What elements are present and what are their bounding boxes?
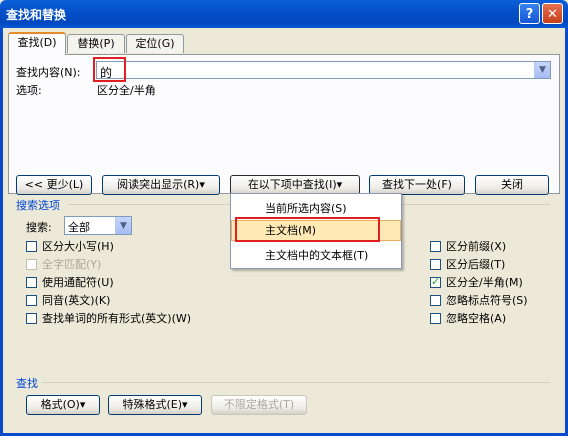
close-button[interactable]: 关闭 <box>475 175 549 195</box>
match-width-label: 区分全/半角(M) <box>446 276 523 289</box>
sounds-like-checkbox[interactable] <box>26 295 37 306</box>
tab-find[interactable]: 查找(D) <box>8 32 66 55</box>
window-title: 查找和替换 <box>6 8 67 22</box>
whole-word-label: 全字匹配(Y) <box>42 258 102 271</box>
chevron-down-icon[interactable]: ▼ <box>115 217 131 234</box>
options-value: 区分全/半角 <box>97 84 156 97</box>
all-word-forms-label: 查找单词的所有形式(英文)(W) <box>42 312 192 325</box>
title-bar <box>0 0 568 28</box>
find-what-combobox[interactable]: 的 ▼ <box>96 61 551 80</box>
search-scope-select[interactable]: 全部 ▼ <box>64 216 132 235</box>
checkmark-icon: ✓ <box>431 275 441 288</box>
search-scope-label: 搜索: <box>26 221 52 234</box>
search-options-title: 搜索选项 <box>16 199 60 212</box>
match-suffix-label: 区分后缀(T) <box>446 258 506 271</box>
find-what-label: 查找内容(N): <box>16 66 81 79</box>
search-scope-value: 全部 <box>68 221 90 234</box>
ignore-punctuation-checkbox[interactable] <box>430 295 441 306</box>
all-word-forms-checkbox[interactable] <box>26 313 37 324</box>
find-section-divider <box>42 382 550 383</box>
tab-replace[interactable]: 替换(P) <box>67 34 125 53</box>
find-next-button[interactable]: 查找下一处(F) <box>369 175 465 195</box>
tab-goto[interactable]: 定位(G) <box>126 34 184 53</box>
format-button[interactable]: 格式(O)▾ <box>26 395 100 415</box>
find-section-title: 查找 <box>16 377 38 390</box>
menu-item-main-document-textboxes[interactable]: 主文档中的文本框(T) <box>231 245 401 266</box>
options-label: 选项: <box>16 84 42 97</box>
close-window-button[interactable]: ✕ <box>542 3 563 24</box>
whole-word-checkbox <box>26 259 37 270</box>
match-prefix-checkbox[interactable] <box>430 241 441 252</box>
ignore-space-label: 忽略空格(A) <box>446 312 507 325</box>
match-suffix-checkbox[interactable] <box>430 259 441 270</box>
no-formatting-button: 不限定格式(T) <box>211 395 307 415</box>
wildcards-label: 使用通配符(U) <box>42 276 114 289</box>
find-in-button[interactable]: 在以下项中查找(I)▾ <box>230 175 360 195</box>
wildcards-checkbox[interactable] <box>26 277 37 288</box>
help-button[interactable]: ? <box>519 3 540 24</box>
match-width-checkbox[interactable]: ✓ <box>430 275 441 288</box>
ignore-space-checkbox[interactable] <box>430 313 441 324</box>
menu-item-label: 主文档中的文本框(T) <box>265 249 369 262</box>
sounds-like-label: 同音(英文)(K) <box>42 294 111 307</box>
less-button[interactable]: << 更少(L) <box>16 175 92 195</box>
main-document-highlight-box <box>235 217 380 242</box>
menu-item-current-selection[interactable]: 当前所选内容(S) <box>231 198 401 219</box>
match-case-label: 区分大小写(H) <box>42 240 114 253</box>
match-prefix-label: 区分前缀(X) <box>446 240 507 253</box>
ignore-punctuation-label: 忽略标点符号(S) <box>446 294 528 307</box>
chevron-down-icon[interactable]: ▼ <box>534 62 550 78</box>
match-case-checkbox[interactable] <box>26 241 37 252</box>
special-format-button[interactable]: 特殊格式(E)▾ <box>108 395 202 415</box>
find-value-highlight-box <box>93 57 126 82</box>
reading-highlight-button[interactable]: 阅读突出显示(R)▾ <box>102 175 220 195</box>
menu-item-label: 当前所选内容(S) <box>265 202 347 215</box>
